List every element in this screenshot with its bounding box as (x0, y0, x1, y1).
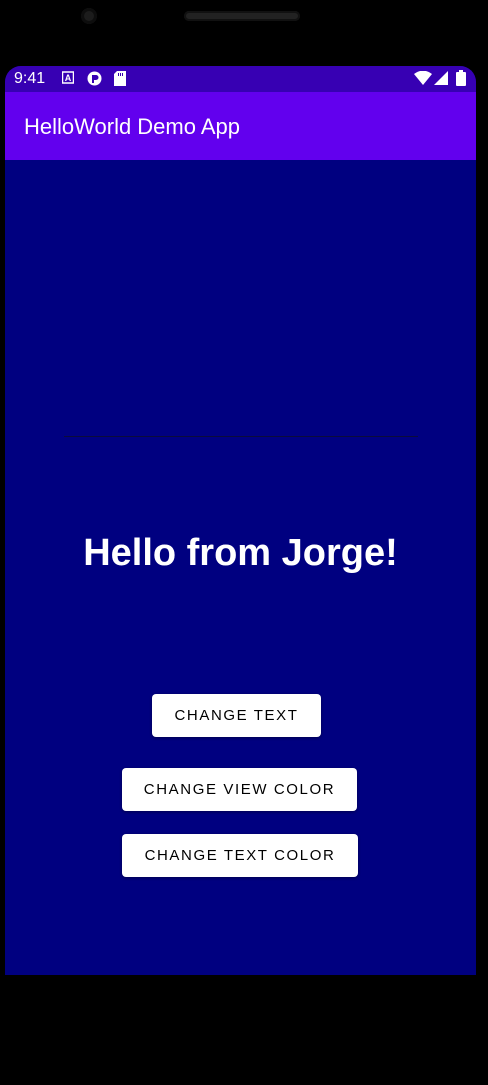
app-screen: 9:41 A HelloWorld Demo App Hello from Jo… (5, 66, 476, 975)
wifi-icon (414, 71, 432, 85)
device-frame: 9:41 A HelloWorld Demo App Hello from Jo… (0, 0, 488, 1085)
sd-card-icon (114, 71, 126, 86)
status-time: 9:41 (14, 70, 46, 87)
status-bar: 9:41 A (5, 66, 476, 92)
greeting-text: Hello from Jorge! (83, 532, 398, 574)
svg-text:A: A (65, 73, 72, 83)
app-circle-icon (87, 71, 102, 86)
change-view-color-button[interactable]: CHANGE VIEW COLOR (122, 768, 357, 811)
app-title: HelloWorld Demo App (24, 114, 241, 139)
cell-signal-icon (434, 71, 448, 85)
app-bar: HelloWorld Demo App (5, 92, 476, 160)
change-text-color-button[interactable]: CHANGE TEXT COLOR (122, 834, 358, 877)
font-a-icon: A (62, 71, 74, 84)
earpiece-speaker (184, 11, 300, 21)
change-text-button[interactable]: CHANGE TEXT (152, 694, 321, 737)
battery-icon (456, 70, 466, 86)
divider-line (64, 436, 418, 437)
front-camera (81, 8, 97, 24)
